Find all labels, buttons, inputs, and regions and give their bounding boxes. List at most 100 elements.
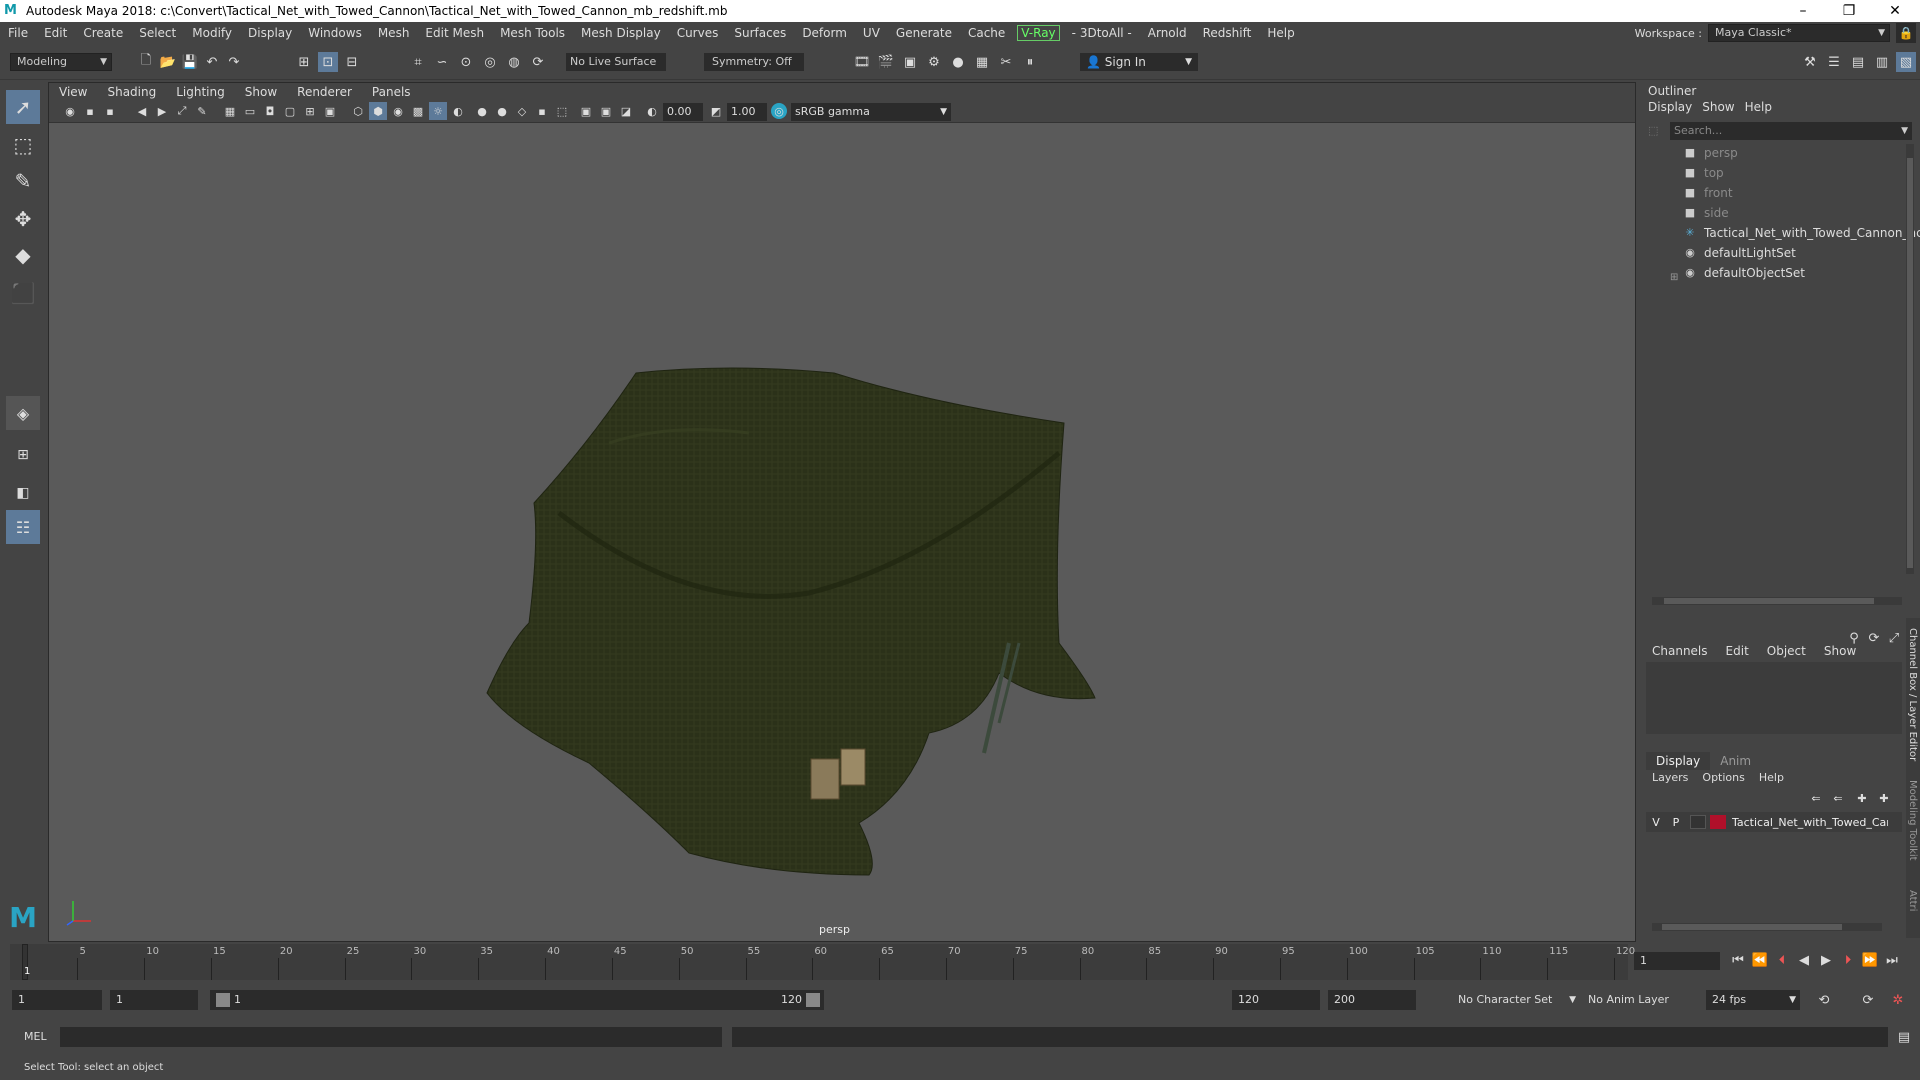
render-settings-icon[interactable]: ⚙ xyxy=(924,52,944,72)
go-to-end-icon[interactable]: ⏭ xyxy=(1882,950,1902,970)
resolution-gate-icon[interactable]: ◘ xyxy=(261,102,279,120)
wireframe-icon[interactable]: ⬡ xyxy=(349,102,367,120)
step-back-frame-icon[interactable]: ⏴ xyxy=(1772,950,1792,970)
layer-visibility-toggle[interactable]: V xyxy=(1646,816,1666,829)
snap-grid-icon[interactable]: ⌗ xyxy=(408,52,428,72)
menu-file[interactable]: File xyxy=(0,26,36,40)
2d-pan-zoom-icon[interactable]: ⤢ xyxy=(173,102,191,120)
select-tool-icon[interactable]: ➚ xyxy=(6,90,40,124)
outliner-vscrollbar[interactable] xyxy=(1906,144,1914,574)
menu-mesh-tools[interactable]: Mesh Tools xyxy=(492,26,573,40)
layer-menu-help[interactable]: Help xyxy=(1759,771,1798,784)
wireframe-on-shaded-icon[interactable]: ◉ xyxy=(389,102,407,120)
menu-generate[interactable]: Generate xyxy=(888,26,960,40)
open-scene-icon[interactable]: 📂 xyxy=(158,52,178,72)
snap-surface-icon[interactable]: ◍ xyxy=(504,52,524,72)
color-management-icon[interactable]: ◎ xyxy=(771,103,787,119)
gate-mask-icon[interactable]: ▢ xyxy=(281,102,299,120)
safe-action-icon[interactable]: ▣ xyxy=(321,102,339,120)
menu-v-ray[interactable]: V-Ray xyxy=(1017,25,1060,41)
two-view-layout-icon[interactable]: ◧ xyxy=(6,476,40,510)
outliner-hscrollbar[interactable] xyxy=(1652,597,1902,605)
motion-blur-icon[interactable]: ▣ xyxy=(577,102,595,120)
exposure-icon[interactable]: ◐ xyxy=(643,102,661,120)
animation-prefs-icon[interactable]: ✲ xyxy=(1888,990,1908,1010)
new-scene-icon[interactable]: 🗋 xyxy=(136,52,156,72)
render-sequence-icon[interactable]: 🎬 xyxy=(876,52,896,72)
layer-tab-anim[interactable]: Anim xyxy=(1710,752,1761,770)
mode-selector[interactable]: Modeling ▼ xyxy=(10,53,112,71)
viewport-menu-view[interactable]: View xyxy=(49,85,97,99)
channel-menu-object[interactable]: Object xyxy=(1767,644,1824,658)
menu-cache[interactable]: Cache xyxy=(960,26,1013,40)
symmetry-field[interactable]: Symmetry: Off xyxy=(704,53,804,71)
play-forward-icon[interactable]: ▶ xyxy=(1816,950,1836,970)
current-frame-field[interactable]: 1 xyxy=(1634,952,1720,970)
move-layer-down-icon[interactable]: ⇐ xyxy=(1828,788,1848,808)
outliner-item[interactable]: ■ persp xyxy=(1682,144,1738,162)
render-frame-icon[interactable]: 🎞 xyxy=(852,52,872,72)
camera-attributes-icon[interactable]: ▪ xyxy=(101,102,119,120)
playback-start-field[interactable]: 1 xyxy=(110,990,198,1010)
outliner-menu-display[interactable]: Display xyxy=(1648,100,1702,118)
menu-3dtoall[interactable]: - 3DtoAll - xyxy=(1064,26,1140,40)
xray-icon[interactable]: ● xyxy=(473,102,491,120)
layer-menu-layers[interactable]: Layers xyxy=(1652,771,1702,784)
viewport-menu-shading[interactable]: Shading xyxy=(97,85,166,99)
menu-deform[interactable]: Deform xyxy=(794,26,855,40)
outliner-item[interactable]: ■ side xyxy=(1682,204,1729,222)
lasso-tool-icon[interactable]: ⬚ xyxy=(6,128,40,162)
layer-menu-options[interactable]: Options xyxy=(1702,771,1758,784)
move-layer-up-icon[interactable]: ⇐ xyxy=(1806,788,1826,808)
field-chart-icon[interactable]: ⊞ xyxy=(301,102,319,120)
mel-input[interactable] xyxy=(60,1027,722,1047)
script-editor-icon[interactable]: ▤ xyxy=(1894,1027,1914,1047)
pause-render-icon[interactable]: ⏸ xyxy=(1020,52,1040,72)
viewport-menu-panels[interactable]: Panels xyxy=(362,85,421,99)
range-slider[interactable]: 1 120 xyxy=(210,990,824,1010)
viewport-menu-renderer[interactable]: Renderer xyxy=(287,85,362,99)
live-surface-field[interactable]: No Live Surface xyxy=(566,53,666,71)
tool-settings-icon[interactable]: ▤ xyxy=(1848,52,1868,72)
rotate-tool-icon[interactable]: ◆ xyxy=(6,238,40,272)
layer-type-toggle[interactable] xyxy=(1690,815,1706,829)
anim-start-field[interactable]: 1 xyxy=(12,990,102,1010)
outliner-item[interactable]: ◉ defaultObjectSet xyxy=(1682,264,1805,282)
menu-mesh-display[interactable]: Mesh Display xyxy=(573,26,669,40)
channel-box-icon[interactable]: ▥ xyxy=(1872,52,1892,72)
close-button[interactable]: ✕ xyxy=(1872,0,1918,22)
character-set-dropdown[interactable]: No Character Set ▼ xyxy=(1440,990,1576,1010)
fps-dropdown[interactable]: 24 fps ▼ xyxy=(1706,990,1800,1010)
anim-end-field[interactable]: 200 xyxy=(1328,990,1416,1010)
outliner-item[interactable]: ◉ defaultLightSet xyxy=(1682,244,1796,262)
menu-mesh[interactable]: Mesh xyxy=(370,26,418,40)
anim-layer-dropdown[interactable]: No Anim Layer xyxy=(1582,990,1694,1010)
go-to-start-icon[interactable]: ⏮ xyxy=(1728,950,1748,970)
select-hierarchy-icon[interactable]: ⊞ xyxy=(294,52,314,72)
modeling-toolkit-icon[interactable]: ⚒ xyxy=(1800,52,1820,72)
hypershade-icon[interactable]: ● xyxy=(948,52,968,72)
menu-windows[interactable]: Windows xyxy=(300,26,370,40)
time-ruler[interactable]: 1 5 10 15 20 25 30 35 40 45 50 55 60 65 70 75 80 85 90 95 1… xyxy=(10,944,1635,980)
select-object-icon[interactable]: ⊡ xyxy=(318,52,338,72)
minimize-button[interactable]: – xyxy=(1780,0,1826,22)
ipr-render-icon[interactable]: ▣ xyxy=(900,52,920,72)
grid-icon[interactable]: ▦ xyxy=(221,102,239,120)
outliner-item[interactable]: ■ top xyxy=(1682,164,1724,182)
outliner-search-input[interactable]: Search... ▼ xyxy=(1670,122,1912,140)
layer-color-swatch[interactable] xyxy=(1710,815,1726,829)
menu-curves[interactable]: Curves xyxy=(669,26,727,40)
attribute-editor-icon[interactable]: ☰ xyxy=(1824,52,1844,72)
viewport-menu-show[interactable]: Show xyxy=(235,85,287,99)
xray-joints-icon[interactable]: ● xyxy=(493,102,511,120)
render-view-icon[interactable]: ▦ xyxy=(972,52,992,72)
select-camera-icon[interactable]: ◉ xyxy=(61,102,79,120)
channel-menu-show[interactable]: Show xyxy=(1824,644,1874,658)
menu-edit[interactable]: Edit xyxy=(36,26,75,40)
layer-row[interactable]: V P Tactical_Net_with_Towed_Cannon xyxy=(1646,812,1902,832)
image-plane-icon[interactable]: ▶ xyxy=(153,102,171,120)
menu-select[interactable]: Select xyxy=(131,26,184,40)
menu-uv[interactable]: UV xyxy=(855,26,888,40)
depth-of-field-icon[interactable]: ◪ xyxy=(617,102,635,120)
menu-redshift[interactable]: Redshift xyxy=(1195,26,1260,40)
